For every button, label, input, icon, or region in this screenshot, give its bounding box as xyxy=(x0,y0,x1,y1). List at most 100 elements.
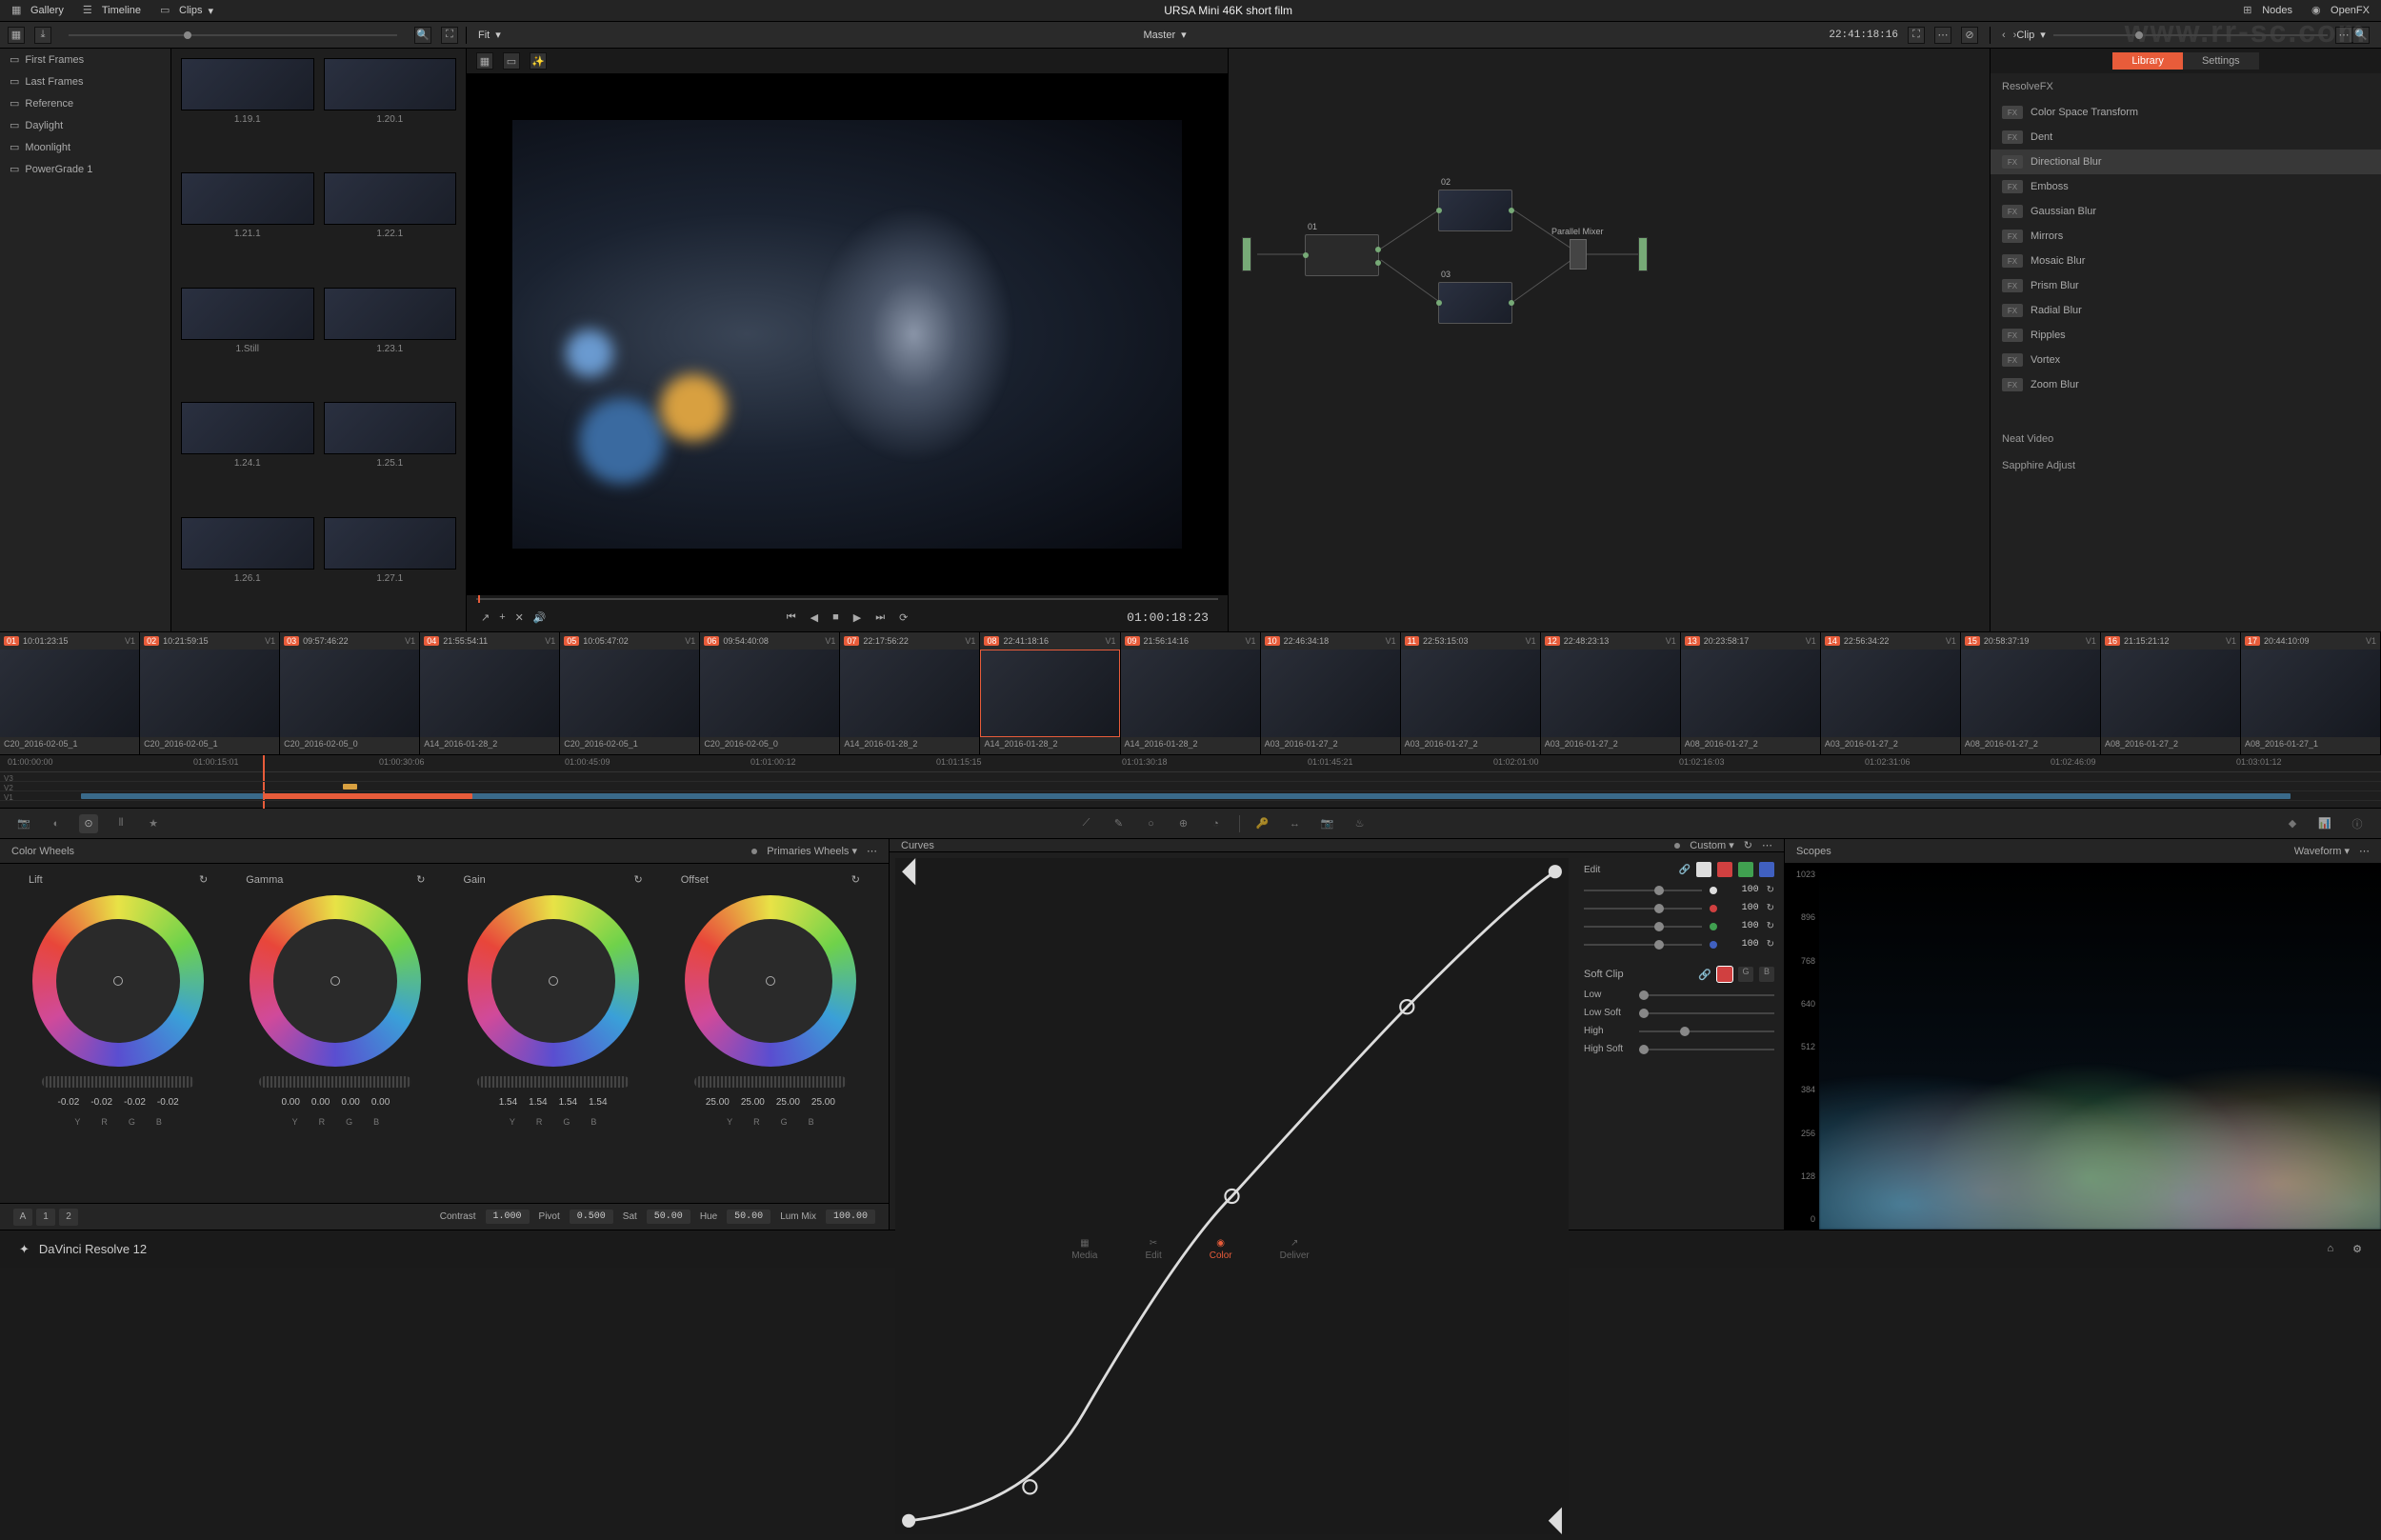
page-tab-deliver[interactable]: ↗Deliver xyxy=(1280,1238,1310,1261)
gallery-cat[interactable]: ▭Daylight xyxy=(0,114,170,136)
next-clip-btn[interactable]: ⏭ xyxy=(875,611,885,624)
clip-dropdown[interactable]: Clip▾ xyxy=(2016,29,2045,41)
viewer-expand-btn[interactable]: ⛶ xyxy=(1908,27,1925,44)
curves-mode-dropdown[interactable]: Custom ▾ xyxy=(1690,839,1733,851)
highsoft-slider[interactable]: High Soft xyxy=(1584,1044,1774,1054)
fx-item[interactable]: FXRadial Blur xyxy=(1991,298,2381,323)
r-intensity[interactable]: 100↻ xyxy=(1584,903,1774,913)
node-01[interactable]: 01 xyxy=(1305,234,1379,276)
clip-thumb[interactable]: 0421:55:54:11V1 A14_2016-01-28_2 xyxy=(420,632,560,754)
home-btn[interactable]: ⌂ xyxy=(2327,1243,2333,1255)
master-wheel[interactable] xyxy=(42,1076,194,1088)
viewer-canvas[interactable] xyxy=(467,73,1228,595)
gallery-thumb[interactable]: 1.21.1 xyxy=(181,172,314,277)
node-zoom-slider[interactable] xyxy=(2053,34,2328,36)
volume-icon[interactable]: 🔊 xyxy=(533,611,547,624)
highlight-btn[interactable]: ✨ xyxy=(530,52,547,70)
pivot-value[interactable]: 0.500 xyxy=(570,1210,613,1224)
wheels-mode-dropdown[interactable]: Primaries Wheels ▾ xyxy=(767,845,857,857)
gallery-cat[interactable]: ▭Moonlight xyxy=(0,136,170,158)
fx-item[interactable]: FXZoom Blur xyxy=(1991,372,2381,397)
master-wheel[interactable] xyxy=(259,1076,411,1088)
clip-thumb[interactable]: 1621:15:21:12V1 A08_2016-01-27_2 xyxy=(2101,632,2241,754)
clip-thumb[interactable]: 1022:46:34:18V1 A03_2016-01-27_2 xyxy=(1261,632,1401,754)
ab-2[interactable]: 2 xyxy=(59,1209,78,1226)
keyframe-btn[interactable]: ◆ xyxy=(2283,814,2302,833)
fx-item[interactable]: FXMosaic Blur xyxy=(1991,249,2381,273)
nav-prev[interactable]: ‹ xyxy=(2002,30,2006,41)
clip-thumb[interactable]: 0110:01:23:15V1 C20_2016-02-05_1 xyxy=(0,632,140,754)
scopes-mode-dropdown[interactable]: Waveform ▾ xyxy=(2294,845,2350,857)
node-graph[interactable]: 01 02 03 Parallel Mixer xyxy=(1229,49,1991,631)
page-tab-color[interactable]: ◉Color xyxy=(1210,1238,1232,1261)
fx-item[interactable]: FXEmboss xyxy=(1991,174,2381,199)
y-channel-btn[interactable] xyxy=(1696,862,1711,877)
node-input[interactable] xyxy=(1242,237,1251,271)
y-intensity[interactable]: 100↻ xyxy=(1584,885,1774,895)
bars-btn[interactable]: ⦀ xyxy=(111,814,130,833)
clip-thumb[interactable]: 1422:56:34:22V1 A03_2016-01-27_2 xyxy=(1821,632,1961,754)
master-wheel[interactable] xyxy=(694,1076,847,1088)
r-channel-btn[interactable] xyxy=(1717,862,1732,877)
play-btn[interactable]: ▶ xyxy=(853,611,861,624)
curve-editor[interactable] xyxy=(895,858,1569,1534)
settings-tab[interactable]: Settings xyxy=(2183,52,2259,70)
color-wheel[interactable] xyxy=(250,895,421,1067)
master-dropdown[interactable]: Master▾ xyxy=(1143,29,1186,41)
gallery-thumb[interactable]: 1.22.1 xyxy=(324,172,457,277)
neat-video-header[interactable]: Neat Video xyxy=(1991,426,2381,452)
page-tab-edit[interactable]: ✂Edit xyxy=(1145,1238,1161,1261)
library-tab[interactable]: Library xyxy=(2112,52,2183,70)
bypass-btn[interactable]: ⊘ xyxy=(1961,27,1978,44)
clip-thumb[interactable]: 0722:17:56:22V1 A14_2016-01-28_2 xyxy=(840,632,980,754)
expand-btn[interactable]: ⛶ xyxy=(441,27,458,44)
low-slider[interactable]: Low xyxy=(1584,990,1774,1000)
ab-1[interactable]: 1 xyxy=(36,1209,55,1226)
step-back-btn[interactable]: ◀ xyxy=(810,611,818,624)
link-icon[interactable]: 🔗 xyxy=(1679,865,1691,875)
gallery-cat[interactable]: ▭Reference xyxy=(0,92,170,114)
lowsoft-slider[interactable]: Low Soft xyxy=(1584,1008,1774,1018)
fx-item[interactable]: FXMirrors xyxy=(1991,224,2381,249)
nodes-toggle[interactable]: ⊞Nodes xyxy=(2243,4,2292,17)
log-btn[interactable]: ★ xyxy=(144,814,163,833)
gallery-export-btn[interactable]: ⤓ xyxy=(34,27,51,44)
fx-item[interactable]: FXPrism Blur xyxy=(1991,273,2381,298)
sc-link-icon[interactable]: 🔗 xyxy=(1698,969,1711,981)
gallery-thumb[interactable]: 1.20.1 xyxy=(324,58,457,163)
blur-btn[interactable]: ◔ xyxy=(1207,814,1226,833)
close-icon[interactable]: ✕ xyxy=(515,611,524,624)
node-opts-btn[interactable]: ⋯ xyxy=(2335,27,2352,44)
master-wheel[interactable] xyxy=(477,1076,630,1088)
viewer-mode-1[interactable]: ▦ xyxy=(476,52,493,70)
lummix-value[interactable]: 100.00 xyxy=(826,1210,875,1224)
sc-b-btn[interactable]: B xyxy=(1759,967,1774,982)
sc-g-btn[interactable]: G xyxy=(1738,967,1753,982)
fit-dropdown[interactable]: Fit▾ xyxy=(478,29,501,41)
hue-value[interactable]: 50.00 xyxy=(727,1210,770,1224)
viewer-opts-btn[interactable]: ⋯ xyxy=(1934,27,1951,44)
gallery-thumb[interactable]: 1.25.1 xyxy=(324,402,457,507)
g-intensity[interactable]: 100↻ xyxy=(1584,921,1774,931)
search-btn[interactable]: 🔍 xyxy=(414,27,431,44)
prev-clip-btn[interactable]: ⏮ xyxy=(787,611,796,624)
sat-value[interactable]: 50.00 xyxy=(647,1210,690,1224)
gallery-cat[interactable]: ▭PowerGrade 1 xyxy=(0,158,170,180)
scopes-btn[interactable]: 📊 xyxy=(2315,814,2334,833)
qualifier-btn[interactable]: ✎ xyxy=(1110,814,1129,833)
fx-item[interactable]: FXRipples xyxy=(1991,323,2381,348)
node-output[interactable] xyxy=(1638,237,1648,271)
gallery-cat[interactable]: ▭First Frames xyxy=(0,49,170,70)
clip-thumb[interactable]: 0510:05:47:02V1 C20_2016-02-05_1 xyxy=(560,632,700,754)
stop-btn[interactable]: ■ xyxy=(832,611,839,623)
fx-item[interactable]: FXDent xyxy=(1991,125,2381,150)
openfx-toggle[interactable]: ◉OpenFX xyxy=(2311,4,2370,17)
reset-icon[interactable]: ↻ xyxy=(199,873,208,886)
fx-item[interactable]: FXVortex xyxy=(1991,348,2381,372)
scopes-opts[interactable]: ⋯ xyxy=(2359,845,2370,857)
tracker-btn[interactable]: ⊕ xyxy=(1174,814,1193,833)
gallery-thumb[interactable]: 1.24.1 xyxy=(181,402,314,507)
b-intensity[interactable]: 100↻ xyxy=(1584,939,1774,950)
sc-r-btn[interactable] xyxy=(1717,967,1732,982)
curves-reset[interactable]: ↻ xyxy=(1744,839,1752,851)
